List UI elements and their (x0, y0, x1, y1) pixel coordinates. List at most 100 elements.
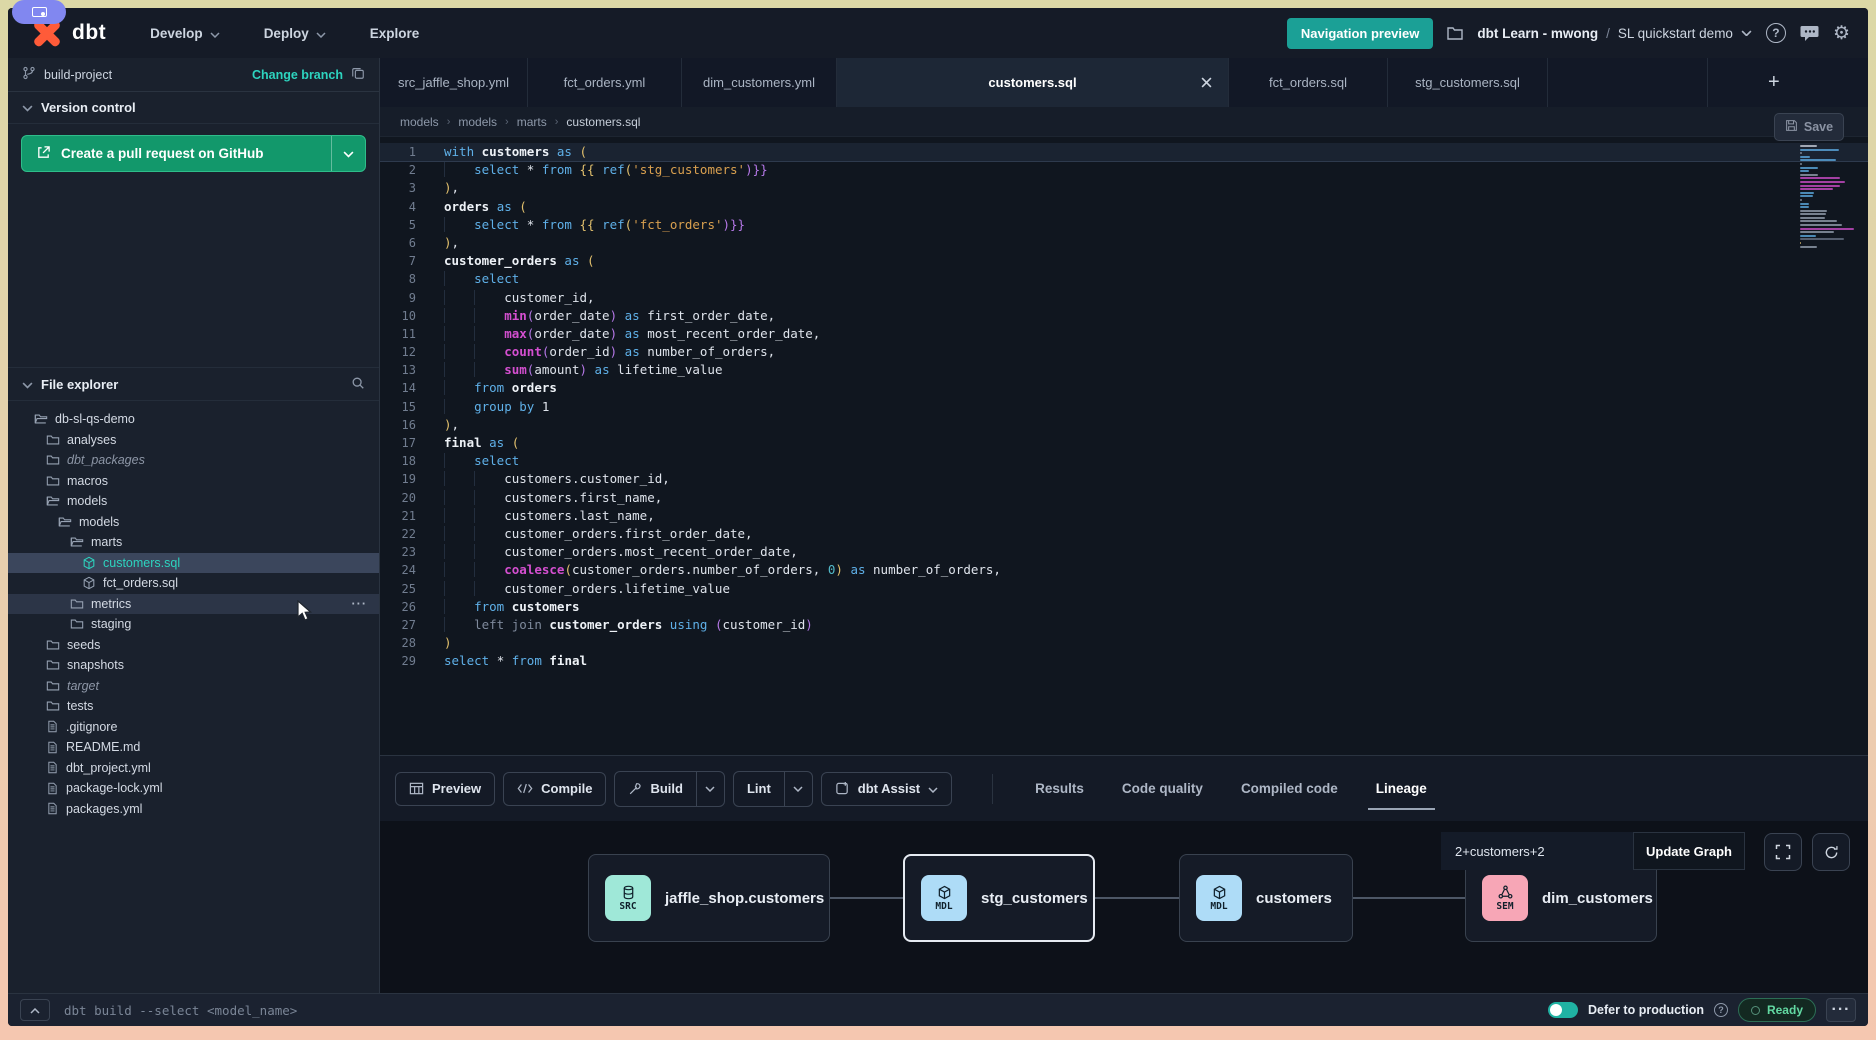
code-line-4[interactable]: 4orders as ( (380, 198, 1868, 216)
tree-item-analyses[interactable]: analyses (8, 430, 379, 451)
nav-item-explore[interactable]: Explore (370, 26, 420, 41)
editor-tab-fct_orders-sql[interactable]: fct_orders.sql (1229, 58, 1388, 107)
compile-button[interactable]: Compile (503, 772, 606, 806)
update-graph-button[interactable]: Update Graph (1633, 832, 1745, 870)
tree-item-macros[interactable]: macros (8, 471, 379, 492)
lint-button[interactable]: Lint (734, 772, 784, 806)
code-line-29[interactable]: 29select * from final (380, 652, 1868, 670)
tree-item-metrics[interactable]: metrics··· (8, 594, 379, 615)
editor-tab-src_jaffle_shop-yml[interactable]: src_jaffle_shop.yml (380, 58, 528, 107)
lint-button-dropdown[interactable] (784, 772, 812, 806)
new-tab-button[interactable]: + (1708, 58, 1868, 107)
code-line-22[interactable]: 22 customer_orders.first_order_date, (380, 525, 1868, 543)
editor-tab-dim_customers-yml[interactable]: dim_customers.yml (682, 58, 837, 107)
code-line-25[interactable]: 25 customer_orders.lifetime_value (380, 580, 1868, 598)
pr-dropdown-toggle[interactable] (331, 136, 365, 171)
panel-tab-compiled-code[interactable]: Compiled code (1239, 771, 1340, 806)
code-line-5[interactable]: 5 select * from {{ ref('fct_orders')}} (380, 216, 1868, 234)
code-line-20[interactable]: 20 customers.first_name, (380, 489, 1868, 507)
tree-item-models[interactable]: models (8, 512, 379, 533)
editor-minimap[interactable] (1800, 145, 1856, 249)
code-line-21[interactable]: 21 customers.last_name, (380, 507, 1868, 525)
breadcrumb-models[interactable]: models (458, 115, 497, 129)
code-line-23[interactable]: 23 customer_orders.most_recent_order_dat… (380, 543, 1868, 561)
tree-item-customers-sql[interactable]: customers.sql (8, 553, 379, 574)
defer-toggle[interactable] (1548, 1002, 1578, 1018)
lineage-node-customers[interactable]: MDLcustomers (1179, 854, 1353, 942)
tree-item-snapshots[interactable]: snapshots (8, 655, 379, 676)
nav-item-deploy[interactable]: Deploy (264, 26, 326, 41)
command-input[interactable]: dbt build --select <model_name> (64, 1003, 297, 1018)
breadcrumb-marts[interactable]: marts (517, 115, 547, 129)
editor-tab-stg_customers-sql[interactable]: stg_customers.sql (1388, 58, 1548, 107)
tree-item-dbt-packages[interactable]: dbt_packages (8, 450, 379, 471)
code-line-6[interactable]: 6), (380, 234, 1868, 252)
dbt-assist-button[interactable]: dbt Assist (821, 772, 952, 806)
preview-button[interactable]: Preview (395, 772, 495, 806)
help-icon[interactable]: ? (1766, 23, 1786, 43)
navigation-preview-button[interactable]: Navigation preview (1287, 18, 1433, 49)
lineage-canvas[interactable]: SRCjaffle_shop.customers MDLstg_customers… (380, 821, 1868, 993)
change-branch-link[interactable]: Change branch (252, 68, 343, 82)
version-control-header[interactable]: Version control (8, 92, 379, 124)
nav-item-develop[interactable]: Develop (150, 26, 220, 41)
code-editor[interactable]: 1with customers as (2 select * from {{ r… (380, 137, 1868, 755)
collapse-command-bar-button[interactable] (20, 999, 50, 1021)
code-line-8[interactable]: 8 select (380, 270, 1868, 288)
tree-item-readme-md[interactable]: README.md (8, 737, 379, 758)
code-line-26[interactable]: 26 from customers (380, 598, 1868, 616)
tree-item-staging[interactable]: staging (8, 614, 379, 635)
settings-gear-icon[interactable]: ⚙ (1833, 22, 1850, 45)
file-explorer-header[interactable]: File explorer (8, 367, 379, 401)
tree-item-models[interactable]: models (8, 491, 379, 512)
refresh-icon[interactable] (1812, 833, 1850, 871)
tree-item-target[interactable]: target (8, 676, 379, 697)
feedback-chat-icon[interactable] (1800, 25, 1819, 42)
panel-tab-results[interactable]: Results (1033, 771, 1086, 806)
environment-name[interactable]: SL quickstart demo (1618, 26, 1733, 41)
status-badge[interactable]: Ready (1738, 998, 1816, 1022)
code-line-19[interactable]: 19 customers.customer_id, (380, 470, 1868, 488)
code-line-15[interactable]: 15 group by 1 (380, 398, 1868, 416)
project-name[interactable]: dbt Learn - mwong (1477, 26, 1598, 41)
code-line-7[interactable]: 7customer_orders as ( (380, 252, 1868, 270)
tree-item--gitignore[interactable]: .gitignore (8, 717, 379, 738)
breadcrumb-customers-sql[interactable]: customers.sql (566, 115, 640, 129)
tree-item-marts[interactable]: marts (8, 532, 379, 553)
tree-item-dbt-project-yml[interactable]: dbt_project.yml (8, 758, 379, 779)
tree-item-packages-yml[interactable]: packages.yml (8, 799, 379, 820)
tree-item-package-lock-yml[interactable]: package-lock.yml (8, 778, 379, 799)
code-line-28[interactable]: 28) (380, 634, 1868, 652)
code-line-10[interactable]: 10 min(order_date) as first_order_date, (380, 307, 1868, 325)
item-menu-button[interactable]: ··· (352, 597, 368, 611)
code-line-9[interactable]: 9 customer_id, (380, 289, 1868, 307)
code-line-24[interactable]: 24 coalesce(customer_orders.number_of_or… (380, 561, 1868, 579)
code-line-17[interactable]: 17final as ( (380, 434, 1868, 452)
code-line-13[interactable]: 13 sum(amount) as lifetime_value (380, 361, 1868, 379)
close-tab-icon[interactable] (1201, 77, 1212, 88)
code-line-11[interactable]: 11 max(order_date) as most_recent_order_… (380, 325, 1868, 343)
tree-item-fct-orders-sql[interactable]: fct_orders.sql (8, 573, 379, 594)
lineage-search-input[interactable]: 2+customers+2 (1441, 832, 1633, 870)
code-line-14[interactable]: 14 from orders (380, 379, 1868, 397)
editor-tab-fct_orders-yml[interactable]: fct_orders.yml (528, 58, 682, 107)
project-breadcrumb[interactable]: dbt Learn - mwong / SL quickstart demo (1477, 26, 1752, 41)
code-line-12[interactable]: 12 count(order_id) as number_of_orders, (380, 343, 1868, 361)
create-pr-button[interactable]: Create a pull request on GitHub (21, 135, 366, 172)
build-button-dropdown[interactable] (696, 772, 724, 806)
code-line-2[interactable]: 2 select * from {{ ref('stg_customers')}… (380, 161, 1868, 179)
editor-tab-customers-sql[interactable]: customers.sql (837, 58, 1229, 107)
tree-item-tests[interactable]: tests (8, 696, 379, 717)
panel-tab-lineage[interactable]: Lineage (1374, 771, 1429, 806)
fullscreen-icon[interactable] (1764, 833, 1802, 871)
breadcrumb-models[interactable]: models (400, 115, 439, 129)
code-line-27[interactable]: 27 left join customer_orders using (cust… (380, 616, 1868, 634)
tree-item-db-sl-qs-demo[interactable]: db-sl-qs-demo (8, 409, 379, 430)
tree-item-seeds[interactable]: seeds (8, 635, 379, 656)
chevron-down-icon[interactable] (1741, 30, 1752, 37)
code-line-3[interactable]: 3), (380, 179, 1868, 197)
lineage-node-stg_customers[interactable]: MDLstg_customers (903, 854, 1095, 942)
code-line-1[interactable]: 1with customers as ( (380, 143, 1868, 161)
lineage-node-jaffle_shop-customers[interactable]: SRCjaffle_shop.customers (588, 854, 830, 942)
more-options-button[interactable]: ··· (1826, 998, 1856, 1022)
